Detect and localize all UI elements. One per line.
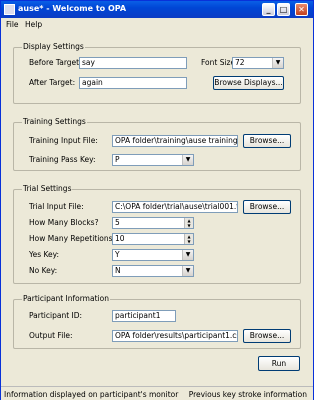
close-button[interactable]: ✕ — [295, 3, 308, 16]
training-input-label: Training Input File: — [29, 136, 98, 145]
display-settings-legend: Display Settings — [22, 42, 85, 51]
chevron-down-icon[interactable]: ▼ — [182, 155, 193, 165]
title-bar[interactable]: ause* - Welcome to OPA _ □ ✕ — [1, 1, 313, 18]
training-pass-select[interactable]: P ▼ — [112, 154, 194, 166]
training-pass-label: Training Pass Key: — [29, 155, 96, 164]
blocks-stepper[interactable]: 5 ▲ ▼ — [112, 217, 194, 229]
trial-settings-group: Trial Settings Trial Input File: C:\OPA … — [13, 184, 301, 284]
output-file-input[interactable]: OPA folder\results\participant1.csv — [112, 330, 238, 342]
training-browse-button[interactable]: Browse... — [243, 134, 291, 148]
trial-browse-button[interactable]: Browse... — [243, 200, 291, 214]
no-key-value: N — [115, 266, 121, 275]
maximize-button[interactable]: □ — [277, 3, 290, 16]
training-input-file[interactable]: OPA folder\training\ause training.txt — [112, 135, 238, 147]
font-size-select[interactable]: 72 ▼ — [232, 57, 284, 69]
menu-help[interactable]: Help — [25, 20, 42, 29]
repetitions-label: How Many Repetitions? — [29, 234, 117, 243]
after-target-input[interactable]: again — [79, 77, 187, 89]
yes-key-value: Y — [115, 250, 120, 259]
menu-file[interactable]: File — [6, 20, 19, 29]
participant-id-label: Participant ID: — [29, 311, 83, 320]
participant-id-input[interactable]: participant1 — [112, 310, 176, 322]
output-browse-button[interactable]: Browse... — [243, 329, 291, 343]
participant-info-legend: Participant Information — [22, 294, 110, 303]
yes-key-label: Yes Key: — [29, 250, 60, 259]
training-settings-group: Training Settings Training Input File: O… — [13, 117, 301, 171]
before-target-input[interactable]: say — [79, 57, 187, 69]
status-left-text: Information displayed on participant's m… — [4, 390, 179, 399]
menu-bar: File Help — [1, 18, 313, 30]
participant-info-group: Participant Information Participant ID: … — [13, 294, 301, 349]
status-bar: Information displayed on participant's m… — [1, 386, 313, 400]
chevron-down-icon[interactable]: ▼ — [272, 58, 283, 68]
training-pass-value: P — [115, 155, 120, 164]
app-icon — [4, 4, 15, 15]
font-size-value: 72 — [235, 58, 245, 67]
training-settings-legend: Training Settings — [22, 117, 87, 126]
chevron-down-icon[interactable]: ▼ — [182, 250, 193, 260]
repetitions-stepper[interactable]: 10 ▲ ▼ — [112, 233, 194, 245]
trial-input-label: Trial Input File: — [29, 202, 84, 211]
trial-input-file[interactable]: C:\OPA folder\trial\ause\trial001.txt — [112, 201, 238, 213]
browse-displays-button[interactable]: Browse Displays... — [213, 76, 284, 90]
window-title: ause* - Welcome to OPA — [18, 4, 127, 13]
after-target-label: After Target: — [29, 78, 76, 87]
trial-settings-legend: Trial Settings — [22, 184, 73, 193]
no-key-label: No Key: — [29, 266, 58, 275]
display-settings-group: Display Settings Before Target: say Afte… — [13, 42, 301, 104]
before-target-label: Before Target: — [29, 58, 82, 67]
no-key-select[interactable]: N ▼ — [112, 265, 194, 277]
yes-key-select[interactable]: Y ▼ — [112, 249, 194, 261]
main-window: ause* - Welcome to OPA _ □ ✕ File Help D… — [0, 0, 314, 400]
status-right-text: Previous key stroke information — [188, 390, 307, 399]
chevron-down-icon[interactable]: ▼ — [182, 266, 193, 276]
repetitions-value: 10 — [115, 234, 125, 243]
blocks-value: 5 — [115, 218, 120, 227]
blocks-label: How Many Blocks? — [29, 218, 99, 227]
run-button[interactable]: Run — [258, 356, 300, 371]
spin-down-icon[interactable]: ▼ — [184, 223, 193, 228]
spin-down-icon[interactable]: ▼ — [184, 239, 193, 244]
minimize-button[interactable]: _ — [262, 3, 275, 16]
output-file-label: Output File: — [29, 331, 73, 340]
